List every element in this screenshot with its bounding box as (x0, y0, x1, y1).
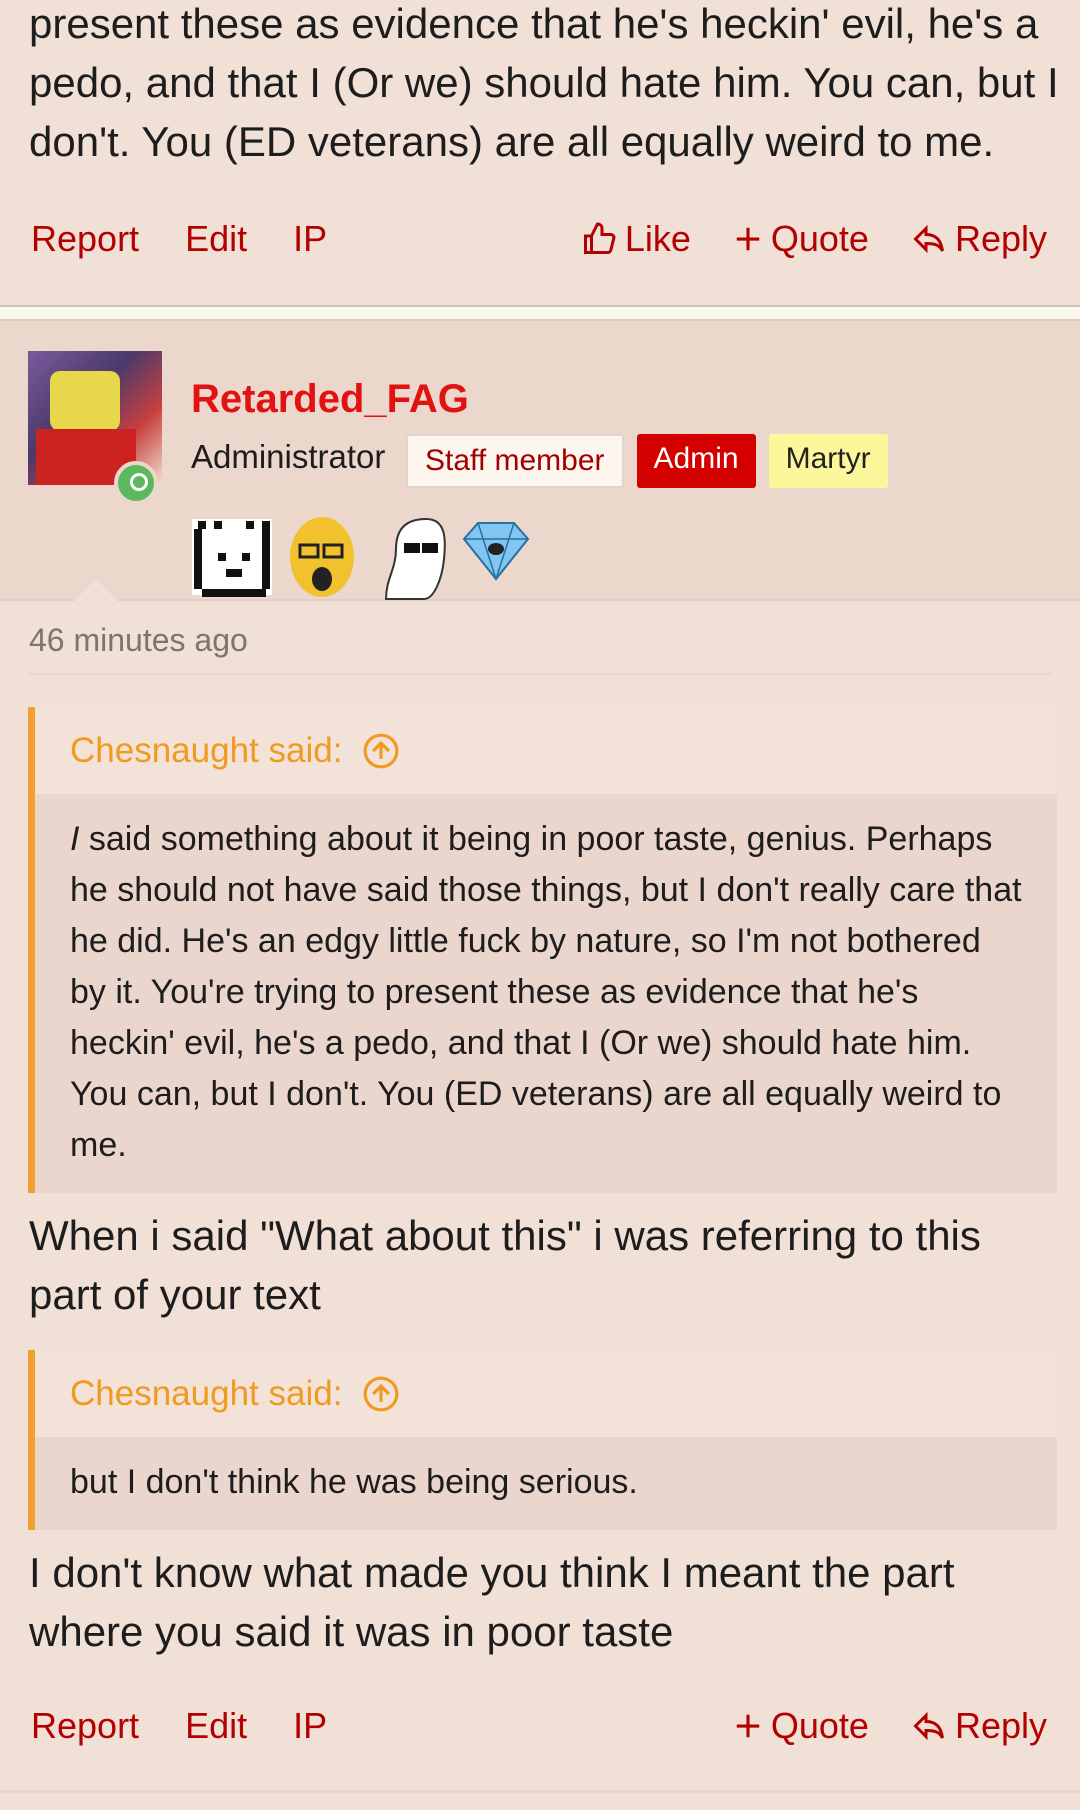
quote-header: Chesnaught said: (35, 1350, 1057, 1437)
quote-header: Chesnaught said: (35, 707, 1057, 794)
reply-button[interactable]: Reply (911, 1705, 1047, 1747)
martyr-badge: Martyr (768, 434, 888, 488)
online-status-icon (114, 461, 158, 505)
previous-post-actions: Report Edit IP Like Quote Reply (0, 209, 1080, 269)
pixel-cat-icon (192, 519, 272, 597)
quote-label: Quote (770, 218, 869, 259)
divider (29, 673, 1051, 675)
previous-post-text: present these as evidence that he's heck… (29, 0, 1059, 165)
quote-block: Chesnaught said: I said something about … (28, 707, 1057, 1193)
post-pointer (74, 579, 118, 601)
quote-block: Chesnaught said: but I don't think he wa… (28, 1350, 1057, 1530)
quote-body: I said something about it being in poor … (35, 794, 1057, 1193)
post-paragraph: When i said "What about this" i was refe… (29, 1212, 981, 1318)
ip-link[interactable]: IP (293, 218, 327, 260)
report-link[interactable]: Report (31, 1705, 139, 1747)
ip-link[interactable]: IP (293, 1705, 327, 1747)
quote-author[interactable]: Chesnaught said: (70, 1374, 342, 1414)
reply-button[interactable]: Reply (911, 218, 1047, 260)
quote-button[interactable]: Quote (733, 1705, 869, 1747)
wojak-dog-icon (290, 517, 354, 597)
reply-label: Reply (954, 1705, 1047, 1746)
arrow-up-circle-icon[interactable] (362, 1375, 400, 1413)
quote-label: Quote (770, 1705, 869, 1746)
divider (0, 307, 1080, 319)
reply-label: Reply (954, 218, 1047, 259)
trophy-icons (190, 509, 542, 605)
quote-author[interactable]: Chesnaught said: (70, 731, 342, 771)
diamond-icon (462, 522, 530, 581)
wojak-sunglasses-icon (384, 517, 446, 600)
like-button[interactable]: Like (581, 218, 691, 260)
report-link[interactable]: Report (31, 218, 139, 260)
post-user-info: Retarded_FAG Administrator Staff member … (0, 321, 1080, 601)
plus-icon (736, 227, 760, 251)
edit-link[interactable]: Edit (185, 1705, 247, 1747)
user-badges: Staff member Admin Martyr (406, 434, 901, 488)
previous-post: present these as evidence that he's heck… (0, 0, 1080, 305)
quote-button[interactable]: Quote (733, 218, 869, 260)
quote-text: but I don't think he was being serious. (70, 1463, 638, 1501)
edit-link[interactable]: Edit (185, 218, 247, 260)
reply-icon (913, 224, 944, 254)
user-title: Administrator (191, 438, 386, 475)
admin-badge: Admin (636, 434, 756, 488)
thumbs-up-icon (583, 222, 616, 254)
staff-member-badge: Staff member (406, 434, 624, 488)
post-paragraph: I don't know what made you think I meant… (29, 1549, 955, 1655)
reply-icon (913, 1711, 944, 1741)
quote-body: but I don't think he was being serious. (35, 1437, 1057, 1530)
username[interactable]: Retarded_FAG (191, 377, 469, 422)
divider (0, 1790, 1080, 1793)
arrow-up-circle-icon[interactable] (362, 732, 400, 770)
plus-icon (736, 1714, 760, 1738)
quote-text: said something about it being in poor ta… (70, 820, 1022, 1164)
like-label: Like (624, 218, 691, 259)
post-timestamp[interactable]: 46 minutes ago (29, 622, 248, 659)
post-actions: Report Edit IP Quote Reply (0, 1696, 1080, 1756)
